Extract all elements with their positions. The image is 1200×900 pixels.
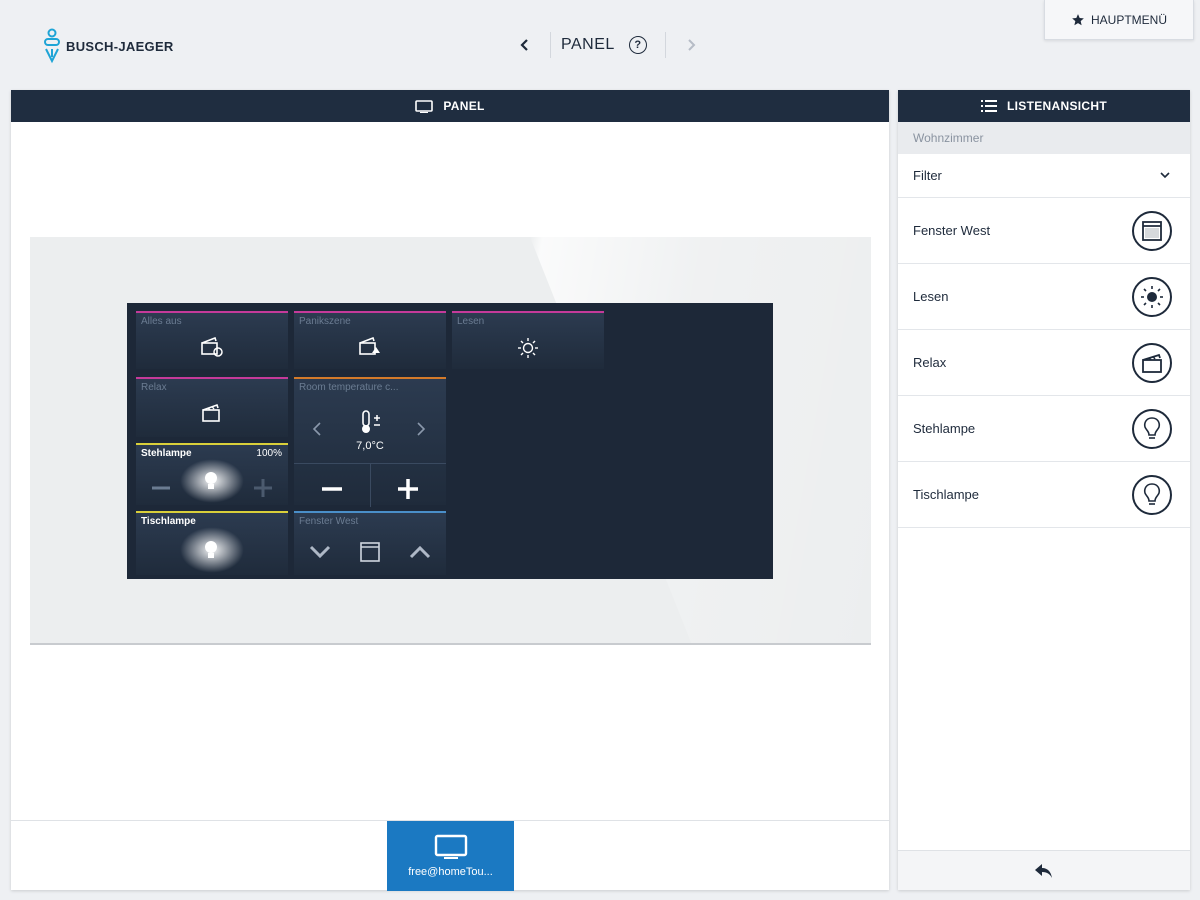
filter-label: Filter: [913, 168, 942, 183]
tile-lesen[interactable]: Lesen: [452, 311, 604, 369]
bulb-icon: [205, 541, 217, 558]
monitor-icon: [415, 99, 434, 113]
panel-navigation: PANEL ?: [510, 30, 706, 60]
chevron-left-icon: [520, 39, 528, 51]
divider: [370, 463, 371, 507]
tile-relax[interactable]: Relax: [136, 377, 288, 437]
setpoint-decrease-chevron-icon[interactable]: [312, 421, 322, 437]
minus-icon[interactable]: [150, 477, 172, 499]
chevron-down-icon: [1160, 172, 1170, 179]
scene-icon: [201, 337, 223, 357]
list-view-header-label: LISTENANSICHT: [1007, 99, 1107, 113]
top-bar: BUSCH-JAEGER PANEL ? HAUPTMENÜ: [0, 0, 1200, 90]
tile-label: Lesen: [457, 316, 485, 327]
tile-label: Room temperature c...: [299, 382, 399, 393]
list-item-label: Fenster West: [913, 223, 991, 238]
nav-divider: [664, 32, 666, 58]
page-title: PANEL: [561, 36, 615, 53]
nav-forward-button[interactable]: [676, 30, 706, 60]
window-icon: [360, 542, 380, 562]
thermometer-icon: [362, 410, 380, 433]
list-view-panel: LISTENANSICHT Wohnzimmer Filter Fenster …: [898, 90, 1190, 890]
panel-header-label: PANEL: [443, 99, 485, 113]
filter-dropdown[interactable]: Filter: [898, 154, 1190, 198]
list-item-label: Relax: [913, 355, 947, 370]
brand-logo: BUSCH-JAEGER: [44, 28, 174, 64]
plus-icon[interactable]: [396, 477, 420, 501]
chevron-down-icon[interactable]: [308, 544, 332, 560]
star-icon: [1072, 13, 1084, 25]
room-label: Wohnzimmer: [898, 122, 1190, 154]
plus-icon[interactable]: [252, 477, 274, 499]
sun-icon: [518, 338, 538, 358]
tile-label: Panikszene: [299, 316, 351, 327]
device-preview: Alles aus Panikszene Lesen Relax Room te…: [30, 237, 871, 645]
bulb-icon: [1132, 474, 1172, 515]
monitor-icon: [434, 834, 467, 859]
chevron-up-icon[interactable]: [408, 544, 432, 560]
tile-label: Fenster West: [299, 516, 359, 527]
list-item-label: Lesen: [913, 289, 949, 304]
busch-jaeger-logo-icon: [44, 28, 60, 64]
setpoint-increase-chevron-icon[interactable]: [416, 421, 426, 437]
clapper-icon: [1132, 342, 1172, 383]
main-menu-button[interactable]: HAUPTMENÜ: [1044, 0, 1194, 40]
panel-area: PANEL Alles aus Panikszene Lesen Relax R…: [11, 90, 889, 891]
tile-alles-aus[interactable]: Alles aus: [136, 311, 288, 369]
list-item-tischlampe[interactable]: Tischlampe: [898, 462, 1190, 528]
chevron-right-icon: [688, 39, 696, 51]
tile-room-temperature: Room temperature c... 7,0°C: [294, 377, 446, 507]
device-selector-bar: free@homeTou...: [11, 820, 889, 891]
list-icon: [981, 100, 998, 112]
list-item-lesen[interactable]: Lesen: [898, 264, 1190, 330]
list-item-label: Stehlampe: [913, 421, 976, 436]
scene-icon: [359, 337, 380, 355]
panel-header: PANEL: [11, 90, 889, 122]
minus-icon[interactable]: [320, 477, 344, 501]
device-tab-freeathome-touch[interactable]: free@homeTou...: [387, 821, 514, 891]
main-menu-label: HAUPTMENÜ: [1090, 12, 1167, 27]
tile-panikszene[interactable]: Panikszene: [294, 311, 446, 369]
tile-label: Relax: [141, 382, 167, 393]
clapper-icon: [202, 403, 220, 422]
sun-icon: [1132, 276, 1172, 317]
back-arrow-icon: [1035, 863, 1052, 878]
help-icon[interactable]: ?: [628, 36, 647, 54]
list-item-relax[interactable]: Relax: [898, 330, 1190, 396]
device-tab-label: free@homeTou...: [408, 866, 493, 878]
panel-screen: Alles aus Panikszene Lesen Relax Room te…: [127, 303, 773, 579]
list-item-label: Tischlampe: [913, 487, 979, 502]
tile-stehlampe[interactable]: Stehlampe 100%: [136, 443, 288, 505]
window-icon: [1132, 210, 1172, 251]
list-view-back-button[interactable]: [898, 850, 1190, 890]
bulb-icon: [1132, 408, 1172, 449]
list-item-stehlampe[interactable]: Stehlampe: [898, 396, 1190, 462]
bulb-icon: [205, 472, 217, 489]
tile-tischlampe[interactable]: Tischlampe: [136, 511, 288, 575]
nav-divider: [550, 32, 551, 58]
tile-fenster-west: Fenster West: [294, 511, 446, 575]
tile-label: Tischlampe: [141, 516, 196, 527]
dimmer-percent: 100%: [256, 448, 282, 459]
nav-back-button[interactable]: [510, 30, 540, 60]
brand-name: BUSCH-JAEGER: [66, 38, 174, 54]
list-view-header: LISTENANSICHT: [898, 90, 1190, 122]
list-item-fenster-west[interactable]: Fenster West: [898, 198, 1190, 264]
tile-label: Alles aus: [141, 316, 182, 327]
temperature-value: 7,0°C: [356, 440, 384, 452]
